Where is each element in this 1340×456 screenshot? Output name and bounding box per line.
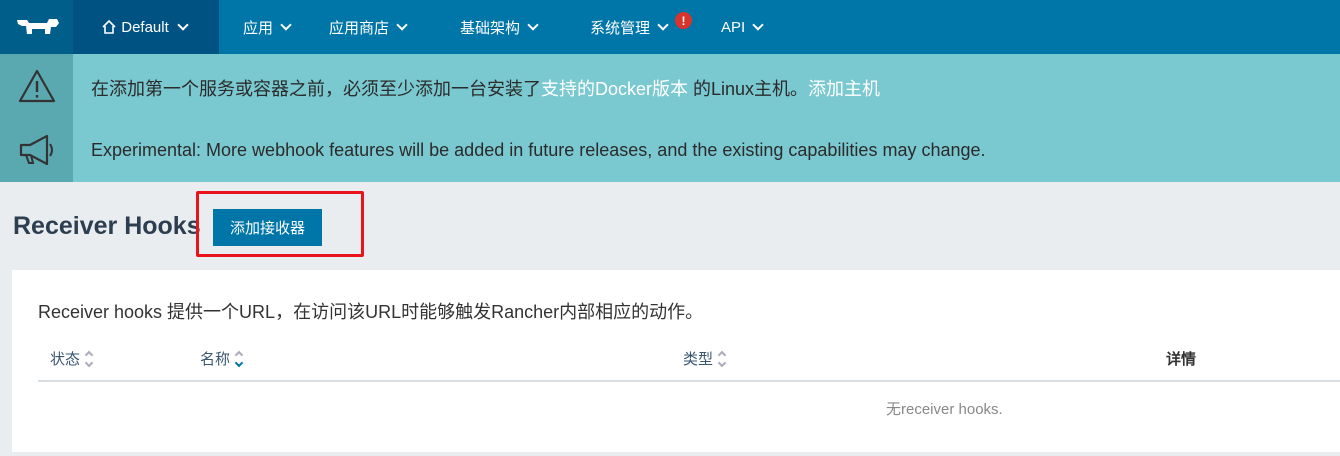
nav-apps[interactable]: 应用	[243, 0, 294, 54]
nav-catalog-label: 应用商店	[329, 19, 390, 37]
sort-icon	[234, 350, 244, 367]
nav-catalog[interactable]: 应用商店	[329, 0, 410, 54]
sort-icon	[717, 350, 727, 367]
admin-alert-badge: !	[675, 12, 692, 29]
nav-admin[interactable]: 系统管理	[590, 0, 671, 54]
card-description: Receiver hooks 提供一个URL，在访问该URL时能够触发Ranch…	[38, 302, 704, 322]
supported-docker-link[interactable]: 支持的Docker版本	[541, 79, 688, 99]
banner-icon-column	[0, 54, 73, 182]
host-warning-text: 在添加第一个服务或容器之前，必须至少添加一台安装了支持的Docker版本 的Li…	[91, 75, 880, 101]
nav-api[interactable]: API	[721, 0, 766, 54]
receiver-hooks-card: Receiver hooks 提供一个URL，在访问该URL时能够触发Ranch…	[12, 270, 1340, 452]
nav-infrastructure-label: 基础架构	[460, 19, 521, 37]
column-header-state[interactable]: 状态	[50, 348, 94, 369]
sort-icon	[84, 350, 94, 367]
add-host-link[interactable]: 添加主机	[808, 79, 880, 99]
warning-triangle-icon	[0, 68, 73, 104]
top-navigation: Default 应用 应用商店 基础架构 系统管理 ! API	[0, 0, 1340, 54]
rancher-cow-icon	[16, 19, 59, 34]
column-header-state-label: 状态	[50, 351, 81, 368]
nav-admin-label: 系统管理	[590, 19, 651, 37]
nav-infrastructure[interactable]: 基础架构	[460, 0, 541, 54]
chevron-down-icon	[280, 18, 292, 31]
experimental-notice: Experimental: More webhook features will…	[91, 140, 986, 160]
megaphone-icon	[0, 132, 73, 168]
column-header-type-label: 类型	[683, 351, 714, 368]
chevron-down-icon	[396, 18, 408, 31]
host-warning-middle: 的Linux主机。	[688, 79, 809, 99]
column-header-name[interactable]: 名称	[200, 348, 244, 369]
column-header-type[interactable]: 类型	[683, 348, 727, 369]
environment-label: Default	[121, 18, 169, 36]
environment-selector[interactable]: Default	[73, 0, 219, 54]
page-title: Receiver Hooks	[13, 212, 201, 240]
nav-api-label: API	[721, 18, 746, 36]
rancher-logo[interactable]	[0, 0, 73, 54]
notification-banners: 在添加第一个服务或容器之前，必须至少添加一台安装了支持的Docker版本 的Li…	[0, 54, 1340, 182]
host-warning-prefix: 在添加第一个服务或容器之前，必须至少添加一台安装了	[91, 79, 541, 99]
empty-state-text: 无receiver hooks.	[886, 401, 1003, 418]
column-header-details-label: 详情	[1166, 351, 1197, 368]
nav-apps-label: 应用	[243, 19, 274, 37]
column-header-name-label: 名称	[200, 351, 231, 368]
column-header-details: 详情	[1166, 348, 1196, 369]
chevron-down-icon	[527, 18, 539, 31]
chevron-down-icon	[752, 18, 764, 31]
annotation-highlight-box	[196, 191, 364, 257]
chevron-down-icon	[657, 18, 669, 31]
table-header-divider	[38, 380, 1340, 382]
home-icon	[102, 19, 116, 34]
chevron-down-icon	[177, 18, 189, 31]
